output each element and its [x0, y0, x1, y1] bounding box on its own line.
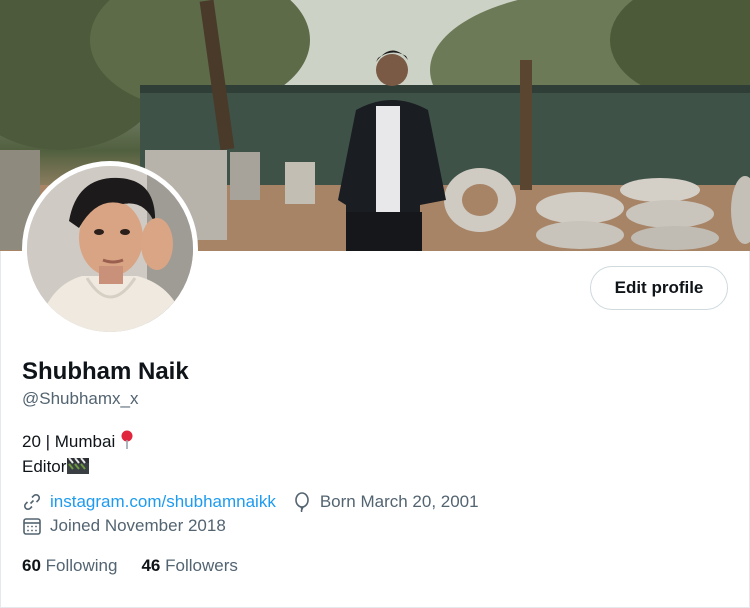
following-link[interactable]: 60 Following: [22, 556, 117, 576]
bio-line-1-text: 20 | Mumbai: [22, 431, 116, 451]
birthday: Born March 20, 2001: [292, 492, 479, 513]
followers-link[interactable]: 46 Followers: [141, 556, 237, 576]
joined-text: Joined November 2018: [50, 516, 226, 535]
following-count: 60: [22, 556, 41, 575]
followers-count: 46: [141, 556, 161, 575]
birthday-text: Born March 20, 2001: [319, 492, 479, 511]
calendar-icon: [22, 516, 42, 536]
profile-handle: @Shubhamx_x: [22, 389, 139, 408]
balloon-icon: [292, 492, 312, 513]
edit-profile-button[interactable]: Edit profile: [590, 266, 728, 310]
follow-stats: 60 Following 46 Followers: [22, 556, 262, 576]
profile-meta-row-2: Joined November 2018: [22, 516, 226, 536]
bio-line-1: 20 | Mumbai: [22, 430, 134, 455]
avatar-photo: [27, 166, 193, 332]
round-pushpin-icon: [120, 430, 134, 455]
link-icon: [22, 492, 42, 512]
avatar[interactable]: [22, 161, 198, 337]
website-link[interactable]: instagram.com/shubhamnaikk: [50, 492, 276, 512]
profile-name: Shubham Naik: [22, 358, 189, 385]
followers-label: Followers: [165, 556, 238, 575]
following-label: Following: [45, 556, 118, 575]
bio-line-2: Editor: [22, 455, 90, 480]
profile-meta-row-1: instagram.com/shubhamnaikk Born March 20…: [22, 492, 479, 513]
bio-line-2-text: Editor: [22, 456, 67, 476]
clapper-board-icon: [66, 455, 90, 480]
